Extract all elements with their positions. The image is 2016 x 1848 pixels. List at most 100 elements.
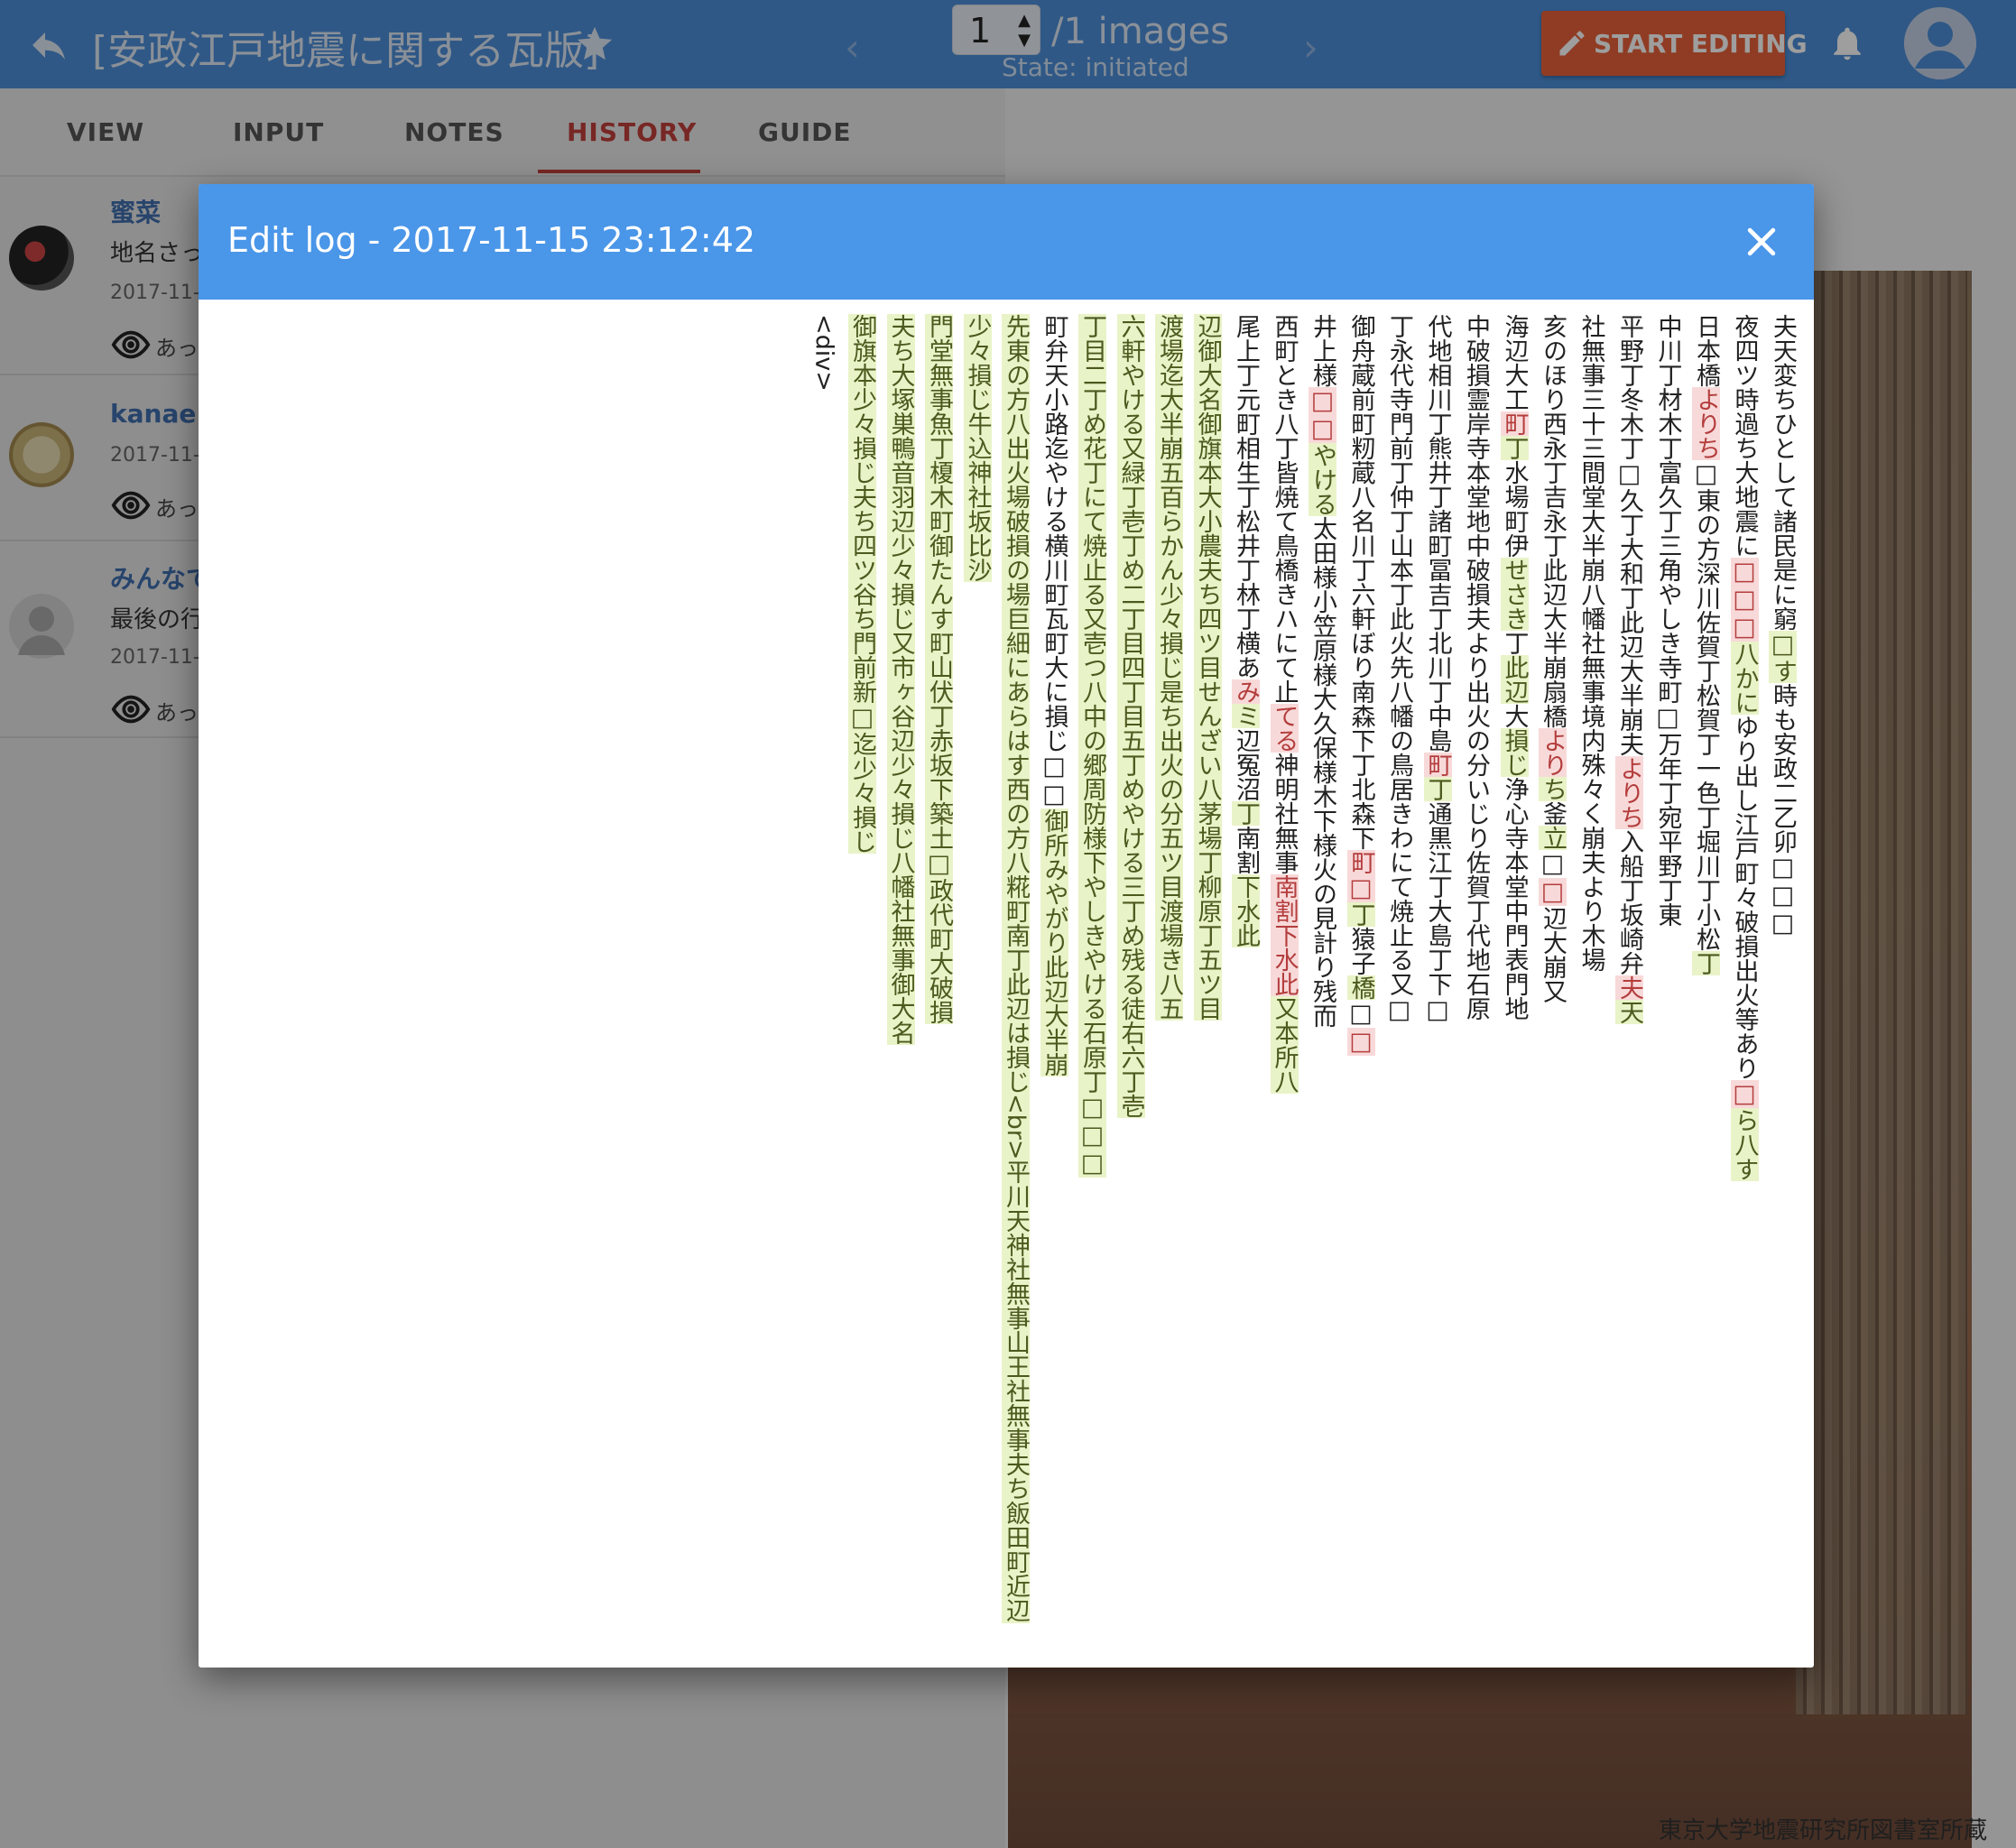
diff-text-segment: 井上様 xyxy=(1309,314,1336,387)
diff-text-segment: 夫天変ちひとして諸民是に窮 xyxy=(1769,314,1797,631)
diff-insertion: ら八す xyxy=(1730,1108,1759,1181)
diff-text-segment: 丁 xyxy=(1500,631,1529,655)
diff-line: 夫天変ちひとして諸民是に窮□す時も安政二乙卯□□□ xyxy=(1763,314,1802,1659)
diff-line: 先東の方八出火場破損の場巨細にあらはす西の方八糀町南丁此辺は損じ<br>平川天神… xyxy=(996,314,1035,1659)
diff-line: 尾上丁元町相生丁松井丁林丁横あみミ辺冤沼丁南割下水此 xyxy=(1226,314,1265,1659)
diff-line: 夜四ツ時過ち大地震に□□□八かにゆり出し江戸町々破損出火等あり□ら八す xyxy=(1725,314,1763,1659)
diff-line: 社無事三十三間堂大半崩八幡社無事境内殊々く崩夫より木場 xyxy=(1571,314,1610,1659)
diff-insertion: 又本所八 xyxy=(1270,996,1299,1094)
diff-line: 西町とき八丁皆焼て鳥橋きハにて止てる神明社無事南割下水此又本所八 xyxy=(1264,314,1303,1659)
diff-deletion: 町□ xyxy=(1346,850,1375,902)
diff-insertion: 丁 xyxy=(1692,951,1720,975)
diff-insertion: せさき xyxy=(1500,558,1529,631)
diff-insertion: 夫ち大塚巣鴨音羽辺少々損じ又市ヶ谷辺少々損じ八幡社無事御大名 xyxy=(886,314,915,1045)
diff-line: 中川丁材木丁富久丁三角やしき寺町□万年丁宛平野丁東 xyxy=(1648,314,1687,1659)
diff-text-segment: 猿子 xyxy=(1346,927,1375,975)
diff-line: 六軒やける又緑丁壱丁め二丁目四丁目五丁めやける三丁め残る徒右六丁壱 xyxy=(1111,314,1150,1659)
diff-text-segment: 時も安政二乙卯□□□ xyxy=(1769,683,1797,938)
diff-insertion: 丁 xyxy=(1500,436,1529,460)
dialog-title: Edit log - 2017-11-15 23:12:42 xyxy=(227,220,756,260)
diff-line: 日本橋よりち□東の方深川佐賀丁松賀丁一色丁堀川丁小松丁 xyxy=(1687,314,1725,1659)
diff-insertion: 丁 xyxy=(1423,777,1452,801)
diff-text-segment: 平野丁冬木丁□久丁大和丁此辺大半崩夫 xyxy=(1615,314,1643,756)
diff-text-segment: □ xyxy=(1539,850,1567,878)
diff-line: 少々損じ牛込神社坂比沙 xyxy=(957,314,996,1659)
diff-line: 夫ち大塚巣鴨音羽辺少々損じ又市ヶ谷辺少々損じ八幡社無事御大名 xyxy=(881,314,920,1659)
diff-line: 丁永代寺門前丁仲丁山本丁此火先八幡の鳥居きわにて焼止る又□ xyxy=(1380,314,1419,1659)
diff-text-segment: 水場町伊 xyxy=(1500,460,1529,558)
diff-deletion: □ xyxy=(1346,1028,1375,1056)
diff-line: <div> xyxy=(804,314,843,1659)
diff-deletion: □ xyxy=(1730,1080,1759,1108)
diff-text-segment: 中破損霊岸寺本堂地中破損夫より出火の分いじり佐賀丁代地石原 xyxy=(1462,314,1490,1021)
diff-insertion: 門堂無事魚丁榎木町御たんす町山伏丁赤坂下築土□政代町大破損 xyxy=(925,314,953,1024)
diff-insertion: 下水此 xyxy=(1232,874,1260,947)
diff-insertion: 立 xyxy=(1539,826,1567,850)
diff-text-segment: 海辺大工 xyxy=(1500,314,1529,411)
diff-insertion: ち xyxy=(1539,777,1567,801)
diff-text-segment: 大 xyxy=(1500,704,1529,728)
diff-insertion: 丁目二丁め花丁にて焼止る又壱つ八中の郷周防様下やしきやける石原丁□□□ xyxy=(1078,314,1106,1178)
diff-line: 井上様□□やける太田様小笠原様大久保様木下様火の見計り残而 xyxy=(1303,314,1342,1659)
diff-text-segment: 中川丁材木丁富久丁三角やしき寺町□万年丁宛平野丁東 xyxy=(1653,314,1682,927)
diff-line: 丁目二丁め花丁にて焼止る又壱つ八中の郷周防様下やしきやける石原丁□□□ xyxy=(1073,314,1112,1659)
diff-text-segment: 通黒江丁大島丁下□ xyxy=(1423,801,1452,1024)
diff-line: 御舟蔵前町籾蔵八名川丁六軒ぼり南森下丁北森下町□丁猿子橋□□ xyxy=(1341,314,1380,1659)
diff-deletion: 町 xyxy=(1500,411,1529,436)
diff-deletion: 町 xyxy=(1423,753,1452,777)
diff-line: 渡場迄大半崩五百らかん少々損じ是ち出火の分五ツ目渡場き八五 xyxy=(1150,314,1188,1659)
diff-line: 門堂無事魚丁榎木町御たんす町山伏丁赤坂下築土□政代町大破損 xyxy=(920,314,958,1659)
diff-line: 海辺大工町丁水場町伊せさき丁此辺大損じ浄心寺本堂中門表門地 xyxy=(1494,314,1533,1659)
diff-text-segment: ゆり出し江戸町々破損出火等あり xyxy=(1730,715,1759,1080)
diff-text-segment: 南割 xyxy=(1232,826,1260,874)
diff-insertion: 先東の方八出火場破損の場巨細にあらはす西の方八糀町南丁此辺は損じ<br>平川天神… xyxy=(1002,314,1030,1623)
diff-insertion: 丁 xyxy=(1232,801,1260,826)
diff-line: 御旗本少々損じ夫ち四ツ谷ち門前新□迄少々損じ xyxy=(843,314,882,1659)
diff-text-segment: 町弁天小路迄やける横川町瓦町大に損じ□□ xyxy=(1040,314,1068,808)
diff-line: 平野丁冬木丁□久丁大和丁此辺大半崩夫よりち入船丁坂崎弁夫天 xyxy=(1610,314,1649,1659)
diff-insertion: 少々損じ牛込神社坂比沙 xyxy=(963,314,992,582)
diff-deletion: 南割下水此 xyxy=(1270,874,1299,996)
diff-insertion: ミ xyxy=(1232,704,1260,728)
diff-insertion: 此辺 xyxy=(1500,655,1529,704)
diff-insertion: □す xyxy=(1769,631,1797,683)
diff-insertion: 天 xyxy=(1615,1000,1643,1024)
diff-text-segment: 浄心寺本堂中門表門地 xyxy=(1500,777,1529,1021)
diff-line: 亥のほり西永丁吉永丁此辺大半崩扇橋よりち釜立□□辺大崩又 xyxy=(1533,314,1572,1659)
diff-text-segment: 太田様小笠原様大久保様木下様火の見計り残而 xyxy=(1309,516,1336,1028)
diff-text-segment: 夜四ツ時過ち大地震に xyxy=(1730,314,1759,558)
diff-insertion: 丁 xyxy=(1346,902,1375,927)
diff-deletion: よりち xyxy=(1692,387,1720,460)
diff-line: 町弁天小路迄やける横川町瓦町大に損じ□□御所みやがり此辺大半崩 xyxy=(1034,314,1073,1659)
diff-deletion: □ xyxy=(1539,878,1567,906)
diff-text-segment: 尾上丁元町相生丁松井丁林丁横あ xyxy=(1232,314,1260,679)
diff-insertion: 橋 xyxy=(1346,975,1375,1000)
diff-insertion: 八かに xyxy=(1730,642,1759,715)
diff-insertion: 御旗本少々損じ夫ち四ツ谷ち門前新□迄少々損じ xyxy=(848,314,876,854)
close-icon[interactable] xyxy=(1742,222,1781,262)
diff-insertion: 六軒やける又緑丁壱丁め二丁目四丁目五丁めやける三丁め残る徒右六丁壱 xyxy=(1116,314,1145,1118)
diff-text-segment: □東の方深川佐賀丁松賀丁一色丁堀川丁小松 xyxy=(1692,460,1720,951)
diff-text-segment: 社無事三十三間堂大半崩八幡社無事境内殊々く崩夫より木場 xyxy=(1577,314,1605,972)
diff-deletion: □□□ xyxy=(1730,558,1759,642)
diff-text-segment: □ xyxy=(1346,1000,1375,1028)
diff-line: 中破損霊岸寺本堂地中破損夫より出火の分いじり佐賀丁代地石原 xyxy=(1457,314,1495,1659)
diff-text-segment: 御舟蔵前町籾蔵八名川丁六軒ぼり南森下丁北森下 xyxy=(1346,314,1375,850)
diff-deletion: 夫 xyxy=(1615,975,1643,1000)
diff-text-segment: 辺冤沼 xyxy=(1232,728,1260,801)
diff-deletion: □□ xyxy=(1309,387,1336,443)
diff-text-segment: 西町とき八丁皆焼て鳥橋きハにて止 xyxy=(1270,314,1299,704)
diff-text-segment: 神明社無事 xyxy=(1270,753,1299,874)
diff-insertion: 渡場迄大半崩五百らかん少々損じ是ち出火の分五ツ目渡場き八五 xyxy=(1155,314,1183,1021)
diff-text-segment: 亥のほり西永丁吉永丁此辺大半崩扇橋 xyxy=(1539,314,1567,728)
diff-deletion: てる xyxy=(1270,704,1299,753)
diff-text-segment: 日本橋 xyxy=(1692,314,1720,387)
diff-text: 夫天変ちひとして諸民是に窮□す時も安政二乙卯□□□ 夜四ツ時過ち大地震に□□□八か… xyxy=(804,314,1801,1659)
diff-text-segment: <div> xyxy=(809,314,838,392)
dialog-header: Edit log - 2017-11-15 23:12:42 xyxy=(199,184,1814,300)
diff-text-segment: 辺大崩又 xyxy=(1539,906,1567,1003)
diff-line: 代地相川丁熊井丁諸町冨吉丁北川丁中島町丁通黒江丁大島丁下□ xyxy=(1418,314,1457,1659)
diff-insertion: 御所みやがり此辺大半崩 xyxy=(1040,808,1068,1076)
diff-insertion: 損じ xyxy=(1500,728,1529,777)
diff-body: 夫天変ちひとして諸民是に窮□す時も安政二乙卯□□□ 夜四ツ時過ち大地震に□□□八か… xyxy=(199,300,1814,1668)
